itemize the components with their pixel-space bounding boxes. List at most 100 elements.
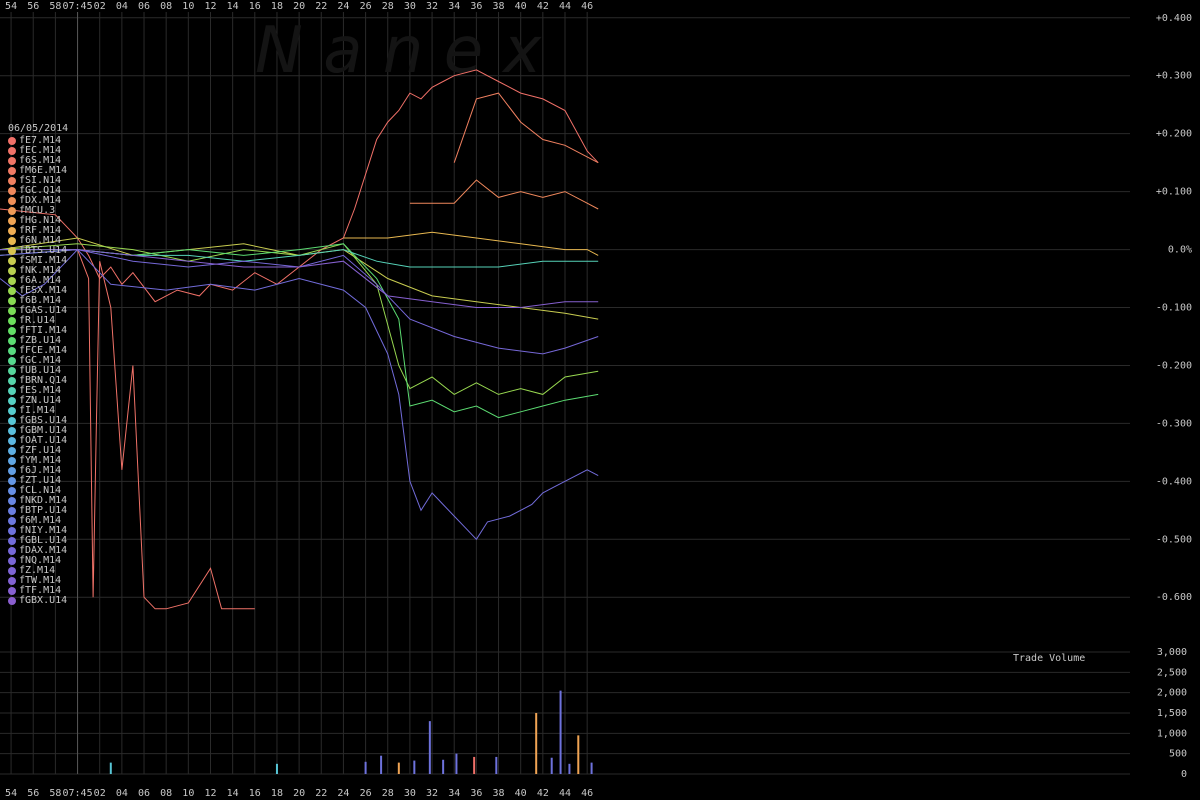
volume-y-tick-label: 2,000 [1157, 688, 1187, 699]
x-tick-label-top: 38 [493, 1, 505, 12]
legend-dot-icon [8, 457, 16, 465]
volume-bar [590, 762, 593, 774]
volume-bar [455, 753, 458, 774]
volume-y-tick-label: 0 [1181, 769, 1187, 780]
grid-layer [0, 12, 1130, 775]
y-tick-label: +0.200 [1156, 129, 1192, 140]
x-tick-label-top: 36 [470, 1, 482, 12]
volume-bar [428, 721, 431, 774]
x-tick-label-bottom: 46 [581, 788, 593, 799]
x-tick-label-top: 58 [49, 1, 61, 12]
legend-dot-icon [8, 407, 16, 415]
legend-dot-icon [8, 257, 16, 265]
volume-bar [550, 757, 553, 774]
x-tick-label-bottom: 30 [404, 788, 416, 799]
x-tick-label-bottom: 28 [382, 788, 394, 799]
volume-bar [413, 760, 416, 774]
y-tick-label: +0.100 [1156, 187, 1192, 198]
legend-dot-icon [8, 497, 16, 505]
volume-bars [109, 690, 593, 774]
x-tick-label-bottom: 40 [515, 788, 527, 799]
x-tick-label-bottom: 54 [5, 788, 17, 799]
y-tick-label: -0.300 [1156, 418, 1192, 429]
legend-dot-icon [8, 167, 16, 175]
x-tick-label-top: 28 [382, 1, 394, 12]
x-tick-label-bottom: 24 [337, 788, 349, 799]
legend-dot-icon [8, 297, 16, 305]
volume-bar [559, 690, 562, 774]
legend-label: fGBX.U14 [19, 595, 68, 606]
volume-y-tick-label: 3,000 [1157, 647, 1187, 658]
x-tick-label-top: 40 [515, 1, 527, 12]
x-tick-label-top: 26 [360, 1, 372, 12]
legend: 06/05/2014 fE7.M14 fEC.M14 f6S.M14 fM6E.M14… [8, 124, 68, 606]
x-tick-label-top: 30 [404, 1, 416, 12]
x-tick-label-top: 42 [537, 1, 549, 12]
legend-dot-icon [8, 487, 16, 495]
x-tick-label-top: 12 [204, 1, 216, 12]
legend-dot-icon [8, 527, 16, 535]
legend-dot-icon [8, 587, 16, 595]
y-tick-label: +0.400 [1156, 13, 1192, 24]
y-tick-label: 0.0% [1168, 245, 1192, 256]
volume-bar [535, 713, 538, 774]
x-tick-label-bottom: 26 [360, 788, 372, 799]
volume-title: Trade Volume [1013, 653, 1086, 664]
volume-bar [109, 762, 112, 774]
legend-dot-icon [8, 147, 16, 155]
x-tick-label-bottom: 14 [227, 788, 239, 799]
legend-dot-icon [8, 447, 16, 455]
x-tick-label-bottom: 32 [426, 788, 438, 799]
legend-dot-icon [8, 507, 16, 515]
legend-dot-icon [8, 367, 16, 375]
y-tick-label: -0.600 [1156, 592, 1192, 603]
legend-dot-icon [8, 327, 16, 335]
legend-dot-icon [8, 387, 16, 395]
x-tick-label-bottom: 34 [448, 788, 460, 799]
x-tick-label-bottom: 06 [138, 788, 150, 799]
x-tick-label-top: 07:45 [62, 1, 92, 12]
y-tick-label: -0.200 [1156, 360, 1192, 371]
y-tick-label: -0.100 [1156, 303, 1192, 314]
legend-dot-icon [8, 347, 16, 355]
nanex-chart: N a n e x 54545656585807:4507:4502020404… [0, 1, 1192, 799]
legend-dot-icon [8, 277, 16, 285]
volume-bar [442, 759, 445, 774]
x-tick-label-bottom: 22 [315, 788, 327, 799]
x-tick-label-top: 10 [182, 1, 194, 12]
x-tick-label-top: 06 [138, 1, 150, 12]
legend-item: fGBX.U14 [8, 596, 68, 606]
legend-dot-icon [8, 337, 16, 345]
volume-bar [275, 763, 278, 774]
x-tick-label-top: 54 [5, 1, 17, 12]
legend-dot-icon [8, 357, 16, 365]
legend-dot-icon [8, 217, 16, 225]
legend-dot-icon [8, 157, 16, 165]
legend-dot-icon [8, 317, 16, 325]
x-tick-label-bottom: 07:45 [62, 788, 92, 799]
volume-y-tick-label: 1,500 [1157, 708, 1187, 719]
volume-y-tick-label: 2,500 [1157, 667, 1187, 678]
legend-dot-icon [8, 237, 16, 245]
x-tick-label-top: 08 [160, 1, 172, 12]
volume-bar [380, 755, 383, 774]
x-tick-label-bottom: 16 [249, 788, 261, 799]
x-tick-label-bottom: 36 [470, 788, 482, 799]
volume-bar [473, 756, 476, 774]
legend-items: fE7.M14 fEC.M14 f6S.M14 fM6E.M14 fSI.N14 fGC.… [8, 136, 68, 606]
x-tick-label-top: 16 [249, 1, 261, 12]
legend-dot-icon [8, 577, 16, 585]
legend-dot-icon [8, 437, 16, 445]
x-tick-label-bottom: 38 [493, 788, 505, 799]
legend-dot-icon [8, 267, 16, 275]
legend-dot-icon [8, 247, 16, 255]
legend-dot-icon [8, 597, 16, 605]
volume-bar [568, 763, 571, 774]
x-tick-label-top: 32 [426, 1, 438, 12]
x-tick-label-bottom: 10 [182, 788, 194, 799]
legend-dot-icon [8, 427, 16, 435]
legend-dot-icon [8, 547, 16, 555]
x-tick-label-top: 24 [337, 1, 349, 12]
x-tick-label-top: 56 [27, 1, 39, 12]
x-tick-label-bottom: 02 [94, 788, 106, 799]
